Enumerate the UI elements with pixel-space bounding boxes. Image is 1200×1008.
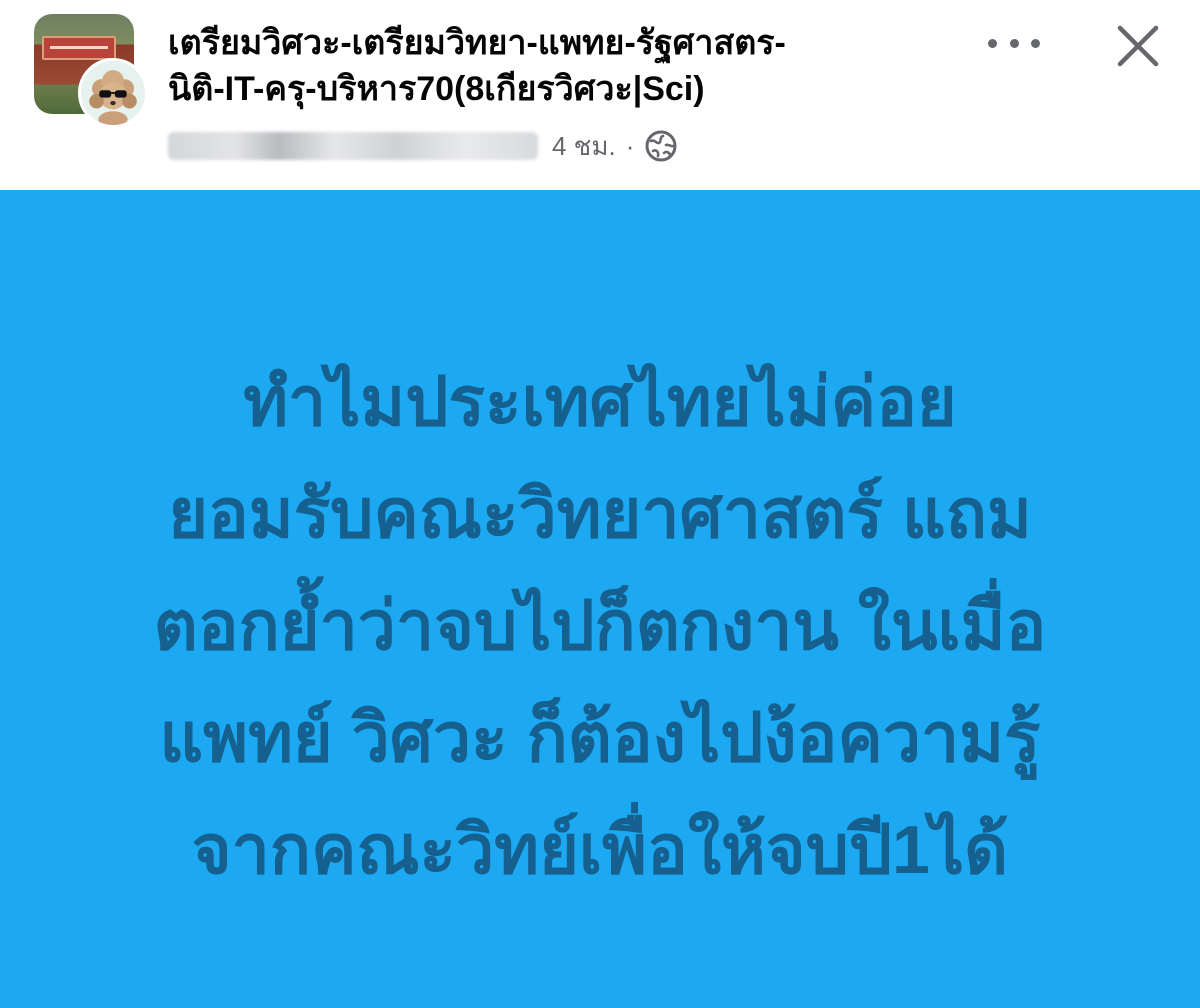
more-options-icon[interactable]	[988, 26, 1040, 60]
post-meta: 4 ชม. ·	[168, 126, 678, 166]
group-name-line-1: เตรียมวิศวะ-เตรียมวิทยา-แพทย-รัฐศาสตร-	[168, 24, 786, 62]
post-text-line: ตอกย้ำว่าจบไปก็ตกงาน ในเมื่อ	[153, 588, 1047, 664]
avatar[interactable]	[78, 58, 148, 128]
more-dot	[1009, 38, 1019, 48]
group-name[interactable]: เตรียมวิศวะ-เตรียมวิทยา-แพทย-รัฐศาสตร- น…	[168, 20, 968, 112]
group-post: เตรียมวิศวะ-เตรียมวิทยา-แพทย-รัฐศาสตร- น…	[0, 0, 1200, 1008]
post-header: เตรียมวิศวะ-เตรียมวิทยา-แพทย-รัฐศาสตร- น…	[0, 0, 1200, 190]
group-name-line-2: นิติ-IT-ครุ-บริหาร70(8เกียรวิศวะ|Sci)	[168, 70, 705, 108]
post-time[interactable]: 4 ชม.	[552, 126, 616, 167]
meta-separator: ·	[625, 130, 635, 161]
blurred-author-name[interactable]	[168, 132, 538, 160]
post-content[interactable]: ทำไมประเทศไทยไม่ค่อย ยอมรับคณะวิทยาศาสตร…	[0, 190, 1200, 1008]
group-photo-sign	[42, 36, 116, 60]
post-text-line: ทำไมประเทศไทยไม่ค่อย	[243, 364, 957, 440]
more-dot	[988, 38, 997, 48]
post-text-line: ยอมรับคณะวิทยาศาสตร์ แถม	[168, 476, 1032, 552]
globe-icon	[644, 129, 678, 163]
post-text-line: แพทย์ วิศวะ ก็ต้องไปง้อความรู้	[159, 700, 1041, 776]
poodle-with-sunglasses-icon	[81, 61, 145, 125]
more-dot	[1031, 38, 1040, 48]
post-text-line: จากคณะวิทย์เพื่อให้จบปี1ได้	[191, 812, 1009, 888]
close-icon[interactable]	[1112, 20, 1164, 72]
post-text: ทำไมประเทศไทยไม่ค่อย ยอมรับคณะวิทยาศาสตร…	[70, 346, 1130, 906]
